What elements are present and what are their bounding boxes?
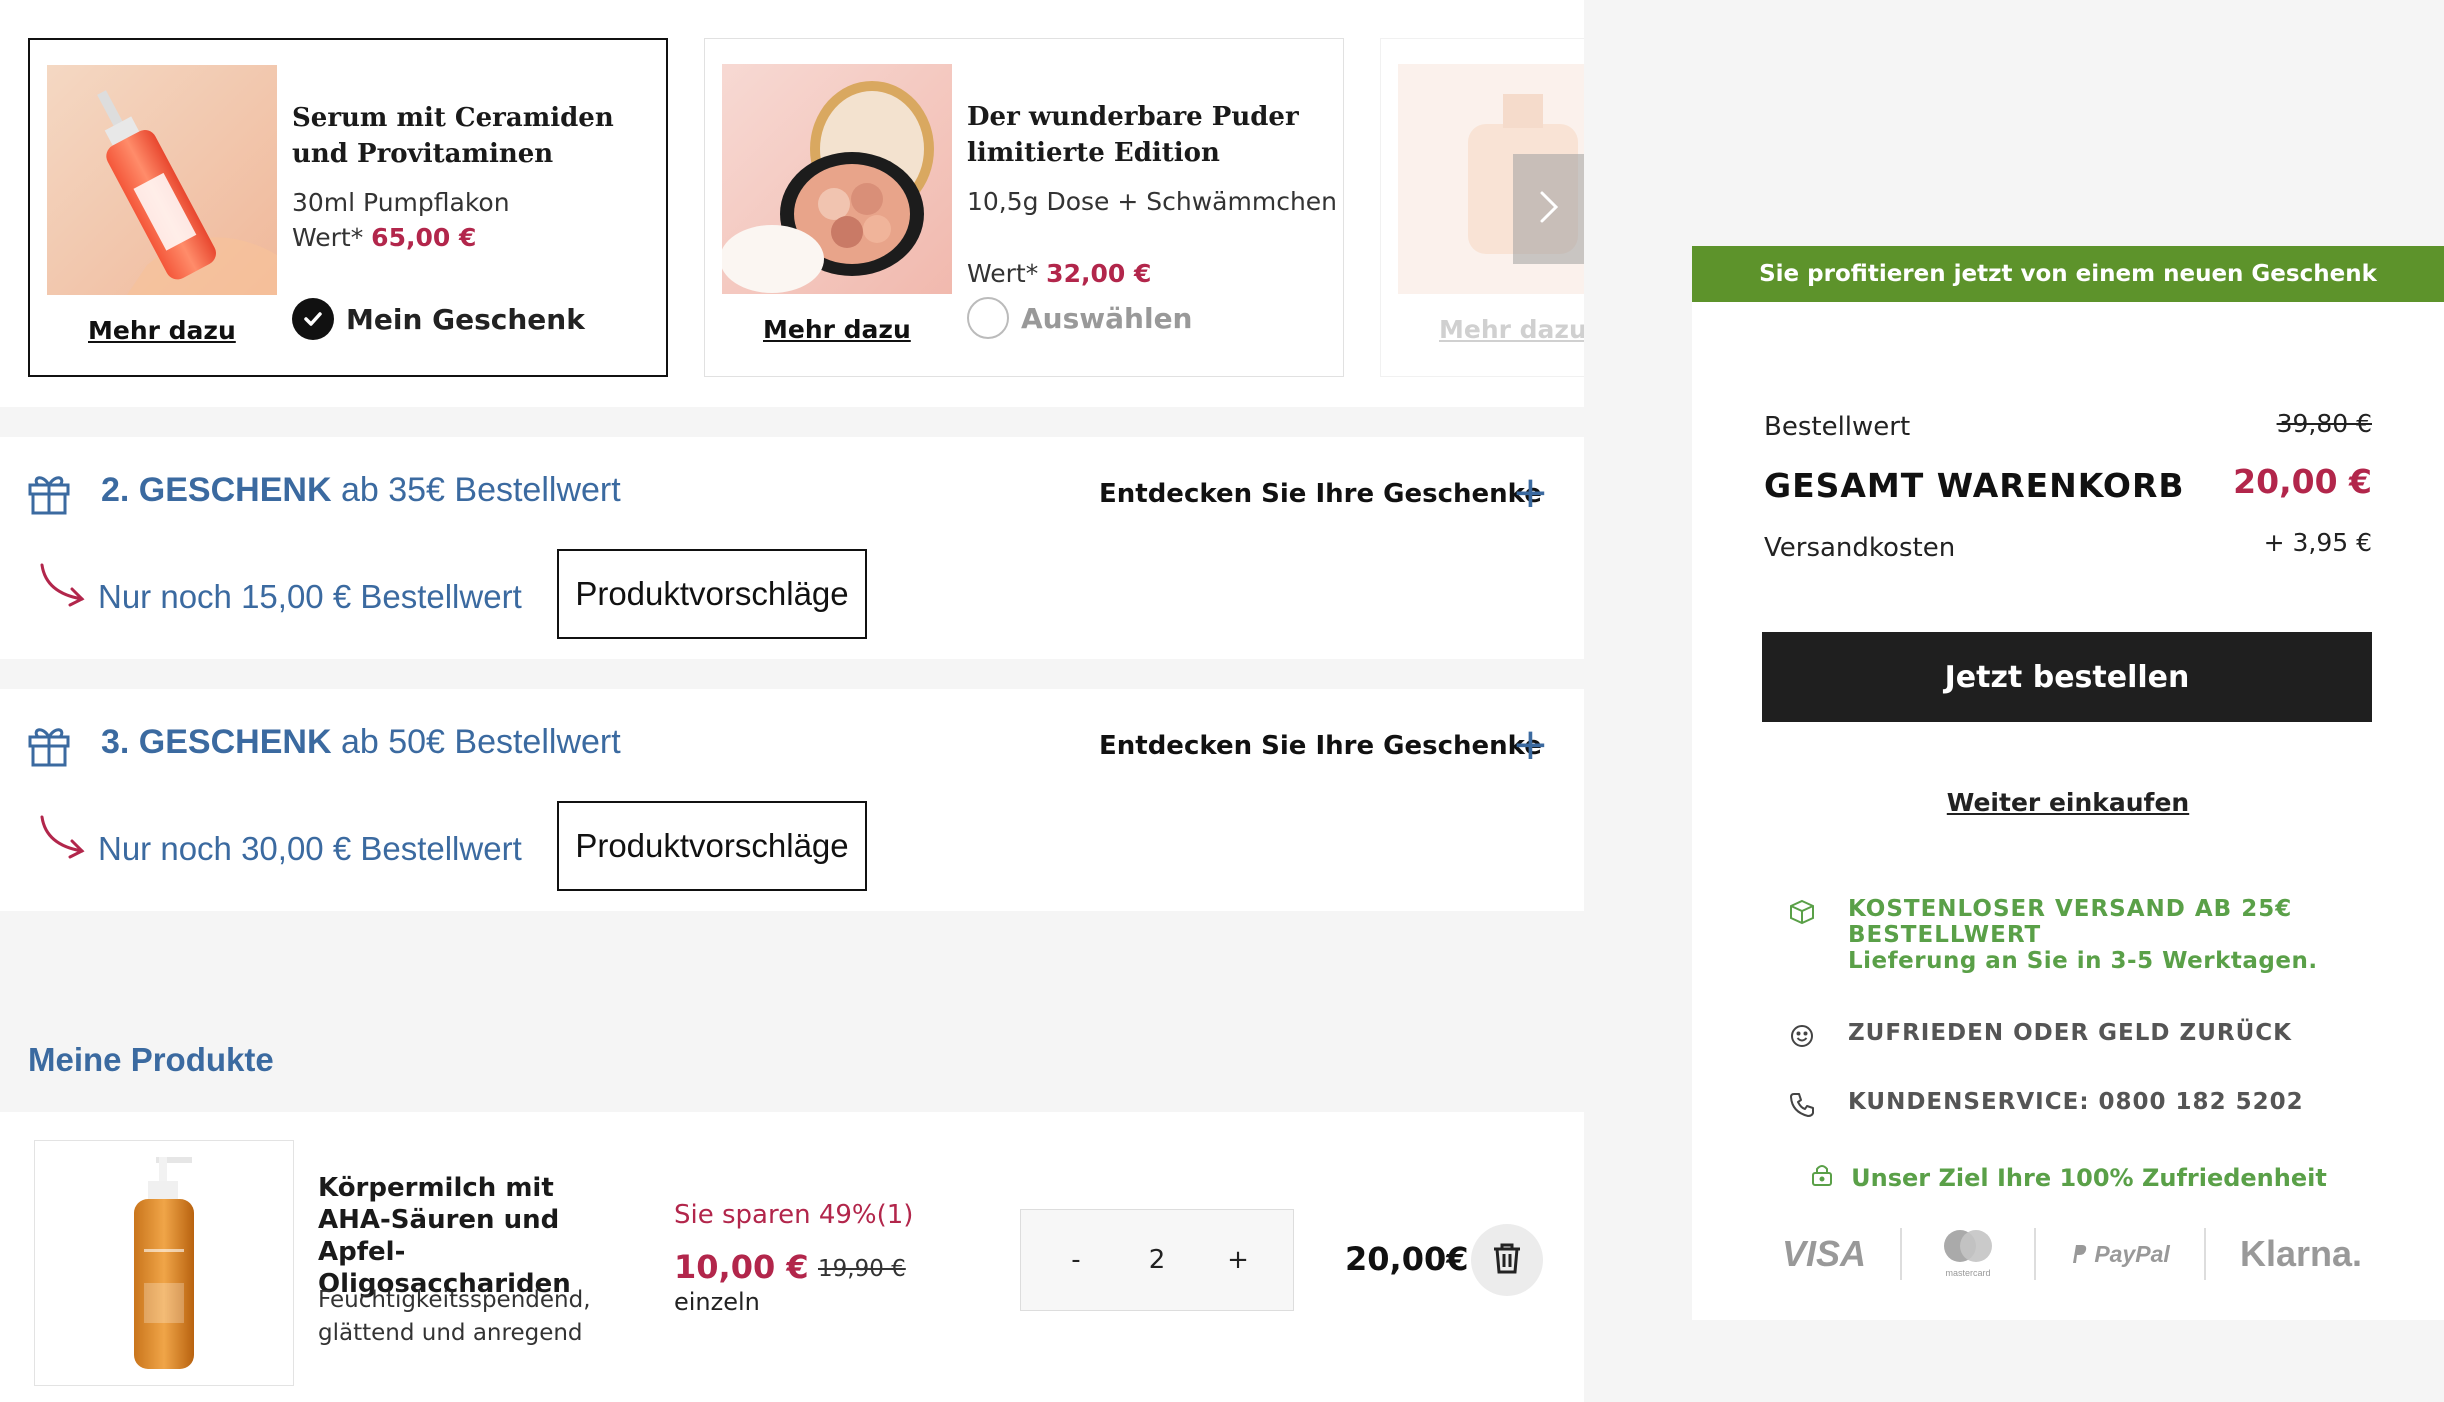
radio-icon [967, 297, 1009, 339]
choice-label: Mein Geschenk [346, 302, 585, 336]
product-suggestions-button[interactable]: Produktvorschläge [557, 549, 867, 639]
curved-arrow-icon [38, 563, 88, 607]
discover-gifts-link[interactable]: Entdecken Sie Ihre Geschenke [1099, 479, 1542, 509]
product-suggestions-button[interactable]: Produktvorschläge [557, 801, 867, 891]
order-value-label: Bestellwert [1764, 412, 1911, 442]
carousel-next-button[interactable] [1513, 154, 1584, 264]
tier-threshold: ab 50€ Bestellwert [340, 723, 621, 761]
gift-value-amount: 32,00 € [1046, 259, 1152, 288]
gift-title: Serum mit Ceramiden und Provitaminen [292, 103, 614, 169]
cart-item: Körpermilch mit AHA-Säuren und Apfel-Oli… [0, 1112, 1584, 1402]
divider [2034, 1228, 2037, 1280]
my-products-heading: Meine Produkte [28, 1041, 274, 1078]
klarna-logo: Klarna. [2239, 1233, 2362, 1274]
select-gift-radio[interactable]: Auswählen [967, 297, 1193, 339]
payment-methods: VISA mastercard PayPal Klarna. [1782, 1226, 2362, 1282]
gift-carousel: Serum mit Ceramiden und Provitaminen 30m… [0, 0, 1584, 407]
curved-arrow-icon [38, 815, 88, 859]
gift-card-serum[interactable]: Serum mit Ceramiden und Provitaminen 30m… [28, 38, 668, 377]
gift-value-amount: 65,00 € [371, 223, 477, 252]
selected-gift-indicator[interactable]: Mein Geschenk [292, 298, 585, 340]
shipping-label: Versandkosten [1764, 533, 1956, 563]
remaining-amount: Nur noch 15,00 € Bestellwert [98, 578, 522, 615]
divider [1900, 1228, 1903, 1280]
paypal-logo: PayPal [2070, 1240, 2170, 1268]
cart-total-value: 20,00 € [2233, 462, 2372, 501]
gift-title: Der wunderbare Puder limitierte Edition [967, 102, 1299, 168]
expand-plus-icon[interactable]: + [1512, 719, 1549, 770]
gift-tier-3: 3. GESCHENK ab 50€ Bestellwert Entdecken… [0, 689, 1584, 911]
tier-threshold: ab 35€ Bestellwert [340, 471, 621, 509]
gift-icon [26, 470, 72, 516]
free-shipping-perk: KOSTENLOSER VERSAND AB 25€ BESTELLWERT L… [1788, 896, 2318, 974]
quantity-stepper: - 2 + [1020, 1209, 1294, 1311]
expand-plus-icon[interactable]: + [1512, 467, 1549, 518]
quantity-value[interactable]: 2 [1149, 1245, 1166, 1275]
discover-gifts-link[interactable]: Entdecken Sie Ihre Geschenke [1099, 731, 1542, 761]
paypal-wordmark: PayPal [2094, 1240, 2170, 1267]
gift-card-powder[interactable]: Der wunderbare Puder limitierte Edition … [704, 38, 1344, 377]
tier-number: 2. GESCHENK [101, 471, 332, 509]
tier-heading: 3. GESCHENK ab 50€ Bestellwert [101, 723, 621, 762]
gift-value: Wert* 32,00 € [967, 259, 1151, 288]
more-info-link[interactable]: Mehr dazu [763, 315, 911, 344]
product-description: Feuchtigkeitsspendend, glättend und anre… [318, 1287, 591, 1346]
unit-price: 10,00 € [674, 1248, 809, 1286]
trash-icon [1491, 1241, 1523, 1280]
gift-value-label: Wert* [967, 259, 1039, 288]
product-image[interactable] [34, 1140, 294, 1386]
product-name[interactable]: Körpermilch mit AHA-Säuren und Apfel-Oli… [318, 1172, 628, 1300]
guarantee-perk: ZUFRIEDEN ODER GELD ZURÜCK [1788, 1020, 2292, 1050]
cart-total-label: GESAMT WARENKORB [1764, 466, 2185, 505]
remaining-amount: Nur noch 30,00 € Bestellwert [98, 830, 522, 867]
chevron-right-icon [1536, 187, 1562, 232]
gift-description: 10,5g Dose + Schwämmchen [967, 187, 1338, 216]
new-gift-banner: Sie profitieren jetzt von einem neuen Ge… [1692, 246, 2444, 302]
tier-number: 3. GESCHENK [101, 723, 332, 761]
satisfaction-note: Unser Ziel Ihre 100% Zufriedenheit [1692, 1162, 2444, 1194]
remove-item-button[interactable] [1471, 1224, 1543, 1296]
gift-image-powder [722, 64, 952, 294]
more-info-link[interactable]: Mehr dazu [88, 316, 236, 345]
smiley-icon [1788, 1022, 1816, 1050]
delivery-info: Lieferung an Sie in 3-5 Werktagen. [1848, 948, 2318, 974]
satisfaction-text: Unser Ziel Ihre 100% Zufriedenheit [1851, 1164, 2327, 1192]
cart-main-column: Serum mit Ceramiden und Provitaminen 30m… [0, 0, 1584, 1402]
order-value: 39,80 € [2276, 409, 2372, 438]
more-info-link[interactable]: Mehr dazu [1439, 315, 1584, 344]
box-icon [1788, 898, 1816, 926]
gift-value-label: Wert* [292, 223, 364, 252]
unit-label: einzeln [674, 1288, 760, 1316]
mastercard-wordmark: mastercard [1946, 1268, 1991, 1278]
original-price: 19,90 € [818, 1256, 906, 1282]
line-total: 20,00€ [1345, 1240, 1469, 1278]
phone-icon [1788, 1091, 1816, 1119]
increment-button[interactable]: + [1223, 1245, 1253, 1275]
mastercard-logo: mastercard [1936, 1224, 2000, 1285]
gift-value: Wert* 65,00 € [292, 223, 476, 252]
order-summary-panel: Sie profitieren jetzt von einem neuen Ge… [1692, 246, 2444, 1320]
gift-description: 30ml Pumpflakon [292, 188, 510, 217]
shipping-value: + 3,95 € [2263, 528, 2372, 557]
gift-tier-2: 2. GESCHENK ab 35€ Bestellwert Entdecken… [0, 437, 1584, 659]
free-shipping-line2: BESTELLWERT [1848, 922, 2042, 948]
continue-shopping-link[interactable]: Weiter einkaufen [1692, 788, 2444, 817]
visa-logo: VISA [1782, 1233, 1867, 1274]
free-shipping-text: KOSTENLOSER VERSAND AB 25€ BESTELLWERT L… [1848, 896, 2318, 974]
divider [2203, 1228, 2206, 1280]
customer-service-text: KUNDENSERVICE: 0800 182 5202 [1848, 1089, 2304, 1115]
lock-icon [1809, 1162, 1835, 1194]
tier-heading: 2. GESCHENK ab 35€ Bestellwert [101, 471, 621, 510]
free-shipping-line1: KOSTENLOSER VERSAND AB 25€ [1848, 896, 2293, 922]
customer-service-perk[interactable]: KUNDENSERVICE: 0800 182 5202 [1788, 1089, 2304, 1119]
decrement-button[interactable]: - [1061, 1245, 1091, 1275]
choice-label: Auswählen [1021, 301, 1193, 335]
guarantee-text: ZUFRIEDEN ODER GELD ZURÜCK [1848, 1020, 2292, 1046]
gift-image-serum [47, 65, 277, 295]
order-now-button[interactable]: Jetzt bestellen [1762, 632, 2372, 722]
savings-label: Sie sparen 49%(1) [674, 1200, 914, 1230]
checkmark-icon [292, 298, 334, 340]
gift-icon [26, 722, 72, 768]
